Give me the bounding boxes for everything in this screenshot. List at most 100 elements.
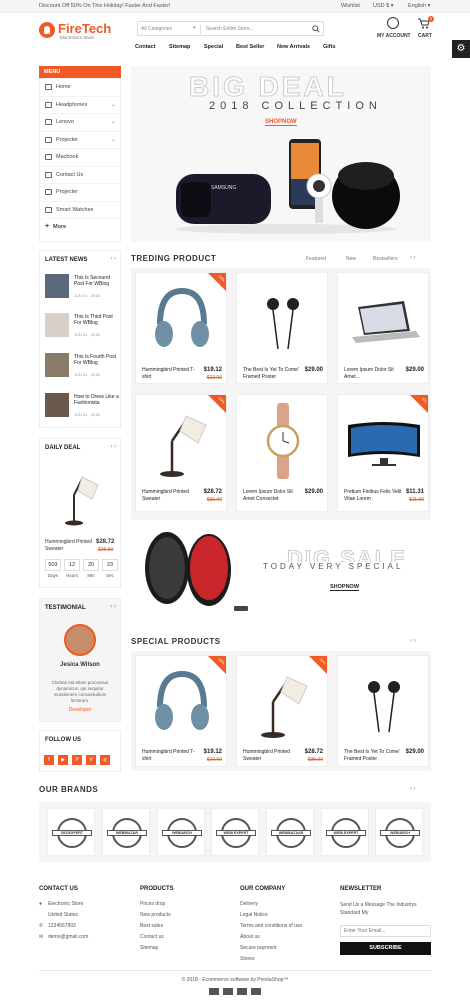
brand-logo[interactable]: WEBIARCH	[375, 808, 423, 856]
hero-banner[interactable]: BIG DEAL 2018 COLLECTION SHOPNOW SAMSUNG	[131, 66, 431, 242]
news-item[interactable]: This Is Third Post For WBlog JUN 01 , 20…	[45, 313, 119, 343]
promo-shop-button[interactable]: SHOPNOW	[330, 584, 360, 591]
product-name[interactable]: The Best Is Yet To Come' Framed Poster	[344, 749, 402, 762]
carousel-arrows[interactable]: ‹ ›	[110, 256, 116, 262]
carousel-arrows[interactable]: ‹ ›	[410, 786, 416, 792]
language-select[interactable]: English ▾	[408, 3, 430, 9]
footer-link[interactable]: Contact us	[140, 934, 164, 940]
carousel-arrows[interactable]: ‹ ›	[110, 444, 116, 450]
carousel-arrows[interactable]: ‹ ›	[410, 638, 416, 644]
search-icon[interactable]	[312, 25, 320, 33]
cart-label[interactable]: CART	[418, 33, 432, 39]
product-name[interactable]: The Best Is Yet To Come' Framed Poster	[243, 367, 301, 380]
product-name[interactable]: Hummingbird Printed Sweater	[142, 489, 200, 502]
footer-email[interactable]: demo@gmail.com	[48, 934, 88, 940]
news-thumbnail[interactable]	[45, 274, 69, 298]
tab-new[interactable]: New	[346, 256, 356, 262]
brand-logo[interactable]: WEBIBAZAR	[102, 808, 150, 856]
product-name[interactable]: Lorem Ipsum Dolor Sit Amet Consectet	[243, 489, 301, 502]
product-card[interactable]: The Best Is Yet To Come' Framed Poster $…	[337, 655, 429, 767]
footer-link[interactable]: Legal Notice	[240, 912, 268, 918]
product-card[interactable]: -5% Pretium Finibus Felis Velit Vitae Lo…	[337, 394, 429, 512]
product-name[interactable]: Pretium Finibus Felis Velit Vitae Lorem	[344, 489, 402, 502]
footer-link[interactable]: Sitemap	[140, 945, 158, 951]
brand-logo[interactable]: WEBIARCH	[157, 808, 205, 856]
product-image[interactable]	[344, 279, 424, 359]
search-input[interactable]: Search Entire Store...	[206, 26, 254, 32]
news-item[interactable]: How to Dress Like a Fashionista JUN 01 ,…	[45, 393, 119, 423]
product-card[interactable]: Lorem Ipsum Dolor Sit Amet Consectet $29…	[236, 394, 328, 512]
product-image[interactable]	[243, 279, 323, 359]
product-name[interactable]: Hummingbird Printed T-shirt	[142, 749, 200, 762]
product-card[interactable]: -20% Hummingbird Printed T-shirt $19.12 …	[135, 272, 227, 384]
subscribe-button[interactable]: SUBSCRIBE	[340, 942, 431, 955]
footer-link[interactable]: Prices drop	[140, 901, 165, 907]
footer-link[interactable]: Terms and conditions of use	[240, 923, 302, 929]
nav-special[interactable]: Special	[204, 44, 223, 50]
product-image[interactable]	[142, 662, 222, 742]
news-thumbnail[interactable]	[45, 313, 69, 337]
footer-link[interactable]: Delivery	[240, 901, 258, 907]
footer-link[interactable]: Best sales	[140, 923, 163, 929]
nav-best-seller[interactable]: Best Seller	[236, 44, 264, 50]
brand-logo[interactable]: WEBI EXPERT	[321, 808, 369, 856]
menu-item-home[interactable]: Home	[40, 79, 120, 97]
youtube-icon[interactable]: ▶	[58, 755, 68, 765]
logo-icon[interactable]	[39, 22, 55, 38]
tab-featured[interactable]: Featured	[306, 256, 326, 262]
gear-icon[interactable]: ⚙	[452, 40, 470, 58]
newsletter-email-input[interactable]	[340, 925, 431, 937]
product-image[interactable]	[243, 662, 323, 742]
news-item[interactable]: This Is Fourth Post For WBlog JUN 01 , 2…	[45, 353, 119, 383]
currency-select[interactable]: USD $ ▾	[373, 3, 394, 9]
product-card[interactable]: -20% Hummingbird Printed Sweater $28.72 …	[135, 394, 227, 512]
news-thumbnail[interactable]	[45, 353, 69, 377]
search-category-select[interactable]: All Categories	[141, 26, 172, 32]
menu-item-contact-us[interactable]: Contact Us	[40, 167, 120, 184]
menu-item-smart-watches[interactable]: Smart Watches	[40, 202, 120, 219]
footer-link[interactable]: New products	[140, 912, 171, 918]
product-image[interactable]	[243, 401, 323, 481]
brand-logo[interactable]: WEBI EXPERT	[211, 808, 259, 856]
product-card[interactable]: -20% Hummingbird Printed Sweater $28.72 …	[236, 655, 328, 767]
account-label[interactable]: MY ACCOUNT	[377, 33, 411, 39]
product-image[interactable]	[344, 401, 424, 481]
logo-text[interactable]: FireTech	[58, 21, 111, 36]
nav-contact[interactable]: Contact	[135, 44, 155, 50]
footer-phone[interactable]: 1234567893	[48, 923, 76, 929]
footer-link[interactable]: Secure payment	[240, 945, 276, 951]
product-image[interactable]	[142, 279, 222, 359]
nav-sitemap[interactable]: Sitemap	[169, 44, 190, 50]
product-card[interactable]: Lorem Ipsum Dolor Sit Amet... $29.00	[337, 272, 429, 384]
menu-item-macbook[interactable]: Macbook	[40, 149, 120, 167]
product-image[interactable]	[344, 662, 424, 742]
product-name[interactable]: Hummingbird Printed Sweater	[243, 749, 301, 762]
vimeo-icon[interactable]: V	[86, 755, 96, 765]
brand-logo[interactable]: SEOEXPERT	[47, 808, 95, 856]
deal-product-name[interactable]: Hummingbird Printed Sweater	[45, 539, 93, 552]
footer-link[interactable]: Stores	[240, 956, 254, 962]
nav-gifts[interactable]: Gifts	[323, 44, 336, 50]
product-name[interactable]: Lorem Ipsum Dolor Sit Amet...	[344, 367, 402, 380]
facebook-icon[interactable]: f	[44, 755, 54, 765]
account-icon[interactable]	[387, 17, 399, 29]
product-card[interactable]: The Best Is Yet To Come' Framed Poster $…	[236, 272, 328, 384]
promo-banner[interactable]: DIG SALE TODAY VERY SPECIAL SHOPNOW	[131, 526, 431, 614]
instagram-icon[interactable]: ◎	[100, 755, 110, 765]
carousel-arrows[interactable]: ‹ ›	[110, 604, 116, 610]
carousel-arrows[interactable]: ‹ ›	[410, 255, 416, 261]
lamp-image[interactable]	[58, 467, 104, 527]
menu-more[interactable]: + More	[40, 219, 120, 237]
menu-item-projecter[interactable]: Projecter ⌄	[40, 132, 120, 149]
product-card[interactable]: -20% Hummingbird Printed T-shirt $19.12 …	[135, 655, 227, 767]
brand-logo[interactable]: WEBIBAZAAR	[266, 808, 314, 856]
product-name[interactable]: Hummingbird Printed T-shirt	[142, 367, 200, 380]
nav-new-arrivals[interactable]: New Arrivals	[277, 44, 310, 50]
pinterest-icon[interactable]: P	[72, 755, 82, 765]
menu-item-projecter-2[interactable]: Projecter	[40, 184, 120, 202]
news-item[interactable]: This Is Secound Post For WBlog JUN 01 , …	[45, 274, 119, 304]
banner-shop-button[interactable]: SHOPNOW	[265, 119, 297, 126]
footer-link[interactable]: About us	[240, 934, 260, 940]
tab-bestsellers[interactable]: Bestsellers	[373, 256, 397, 262]
menu-item-lenovo[interactable]: Lenovo ⌄	[40, 114, 120, 132]
